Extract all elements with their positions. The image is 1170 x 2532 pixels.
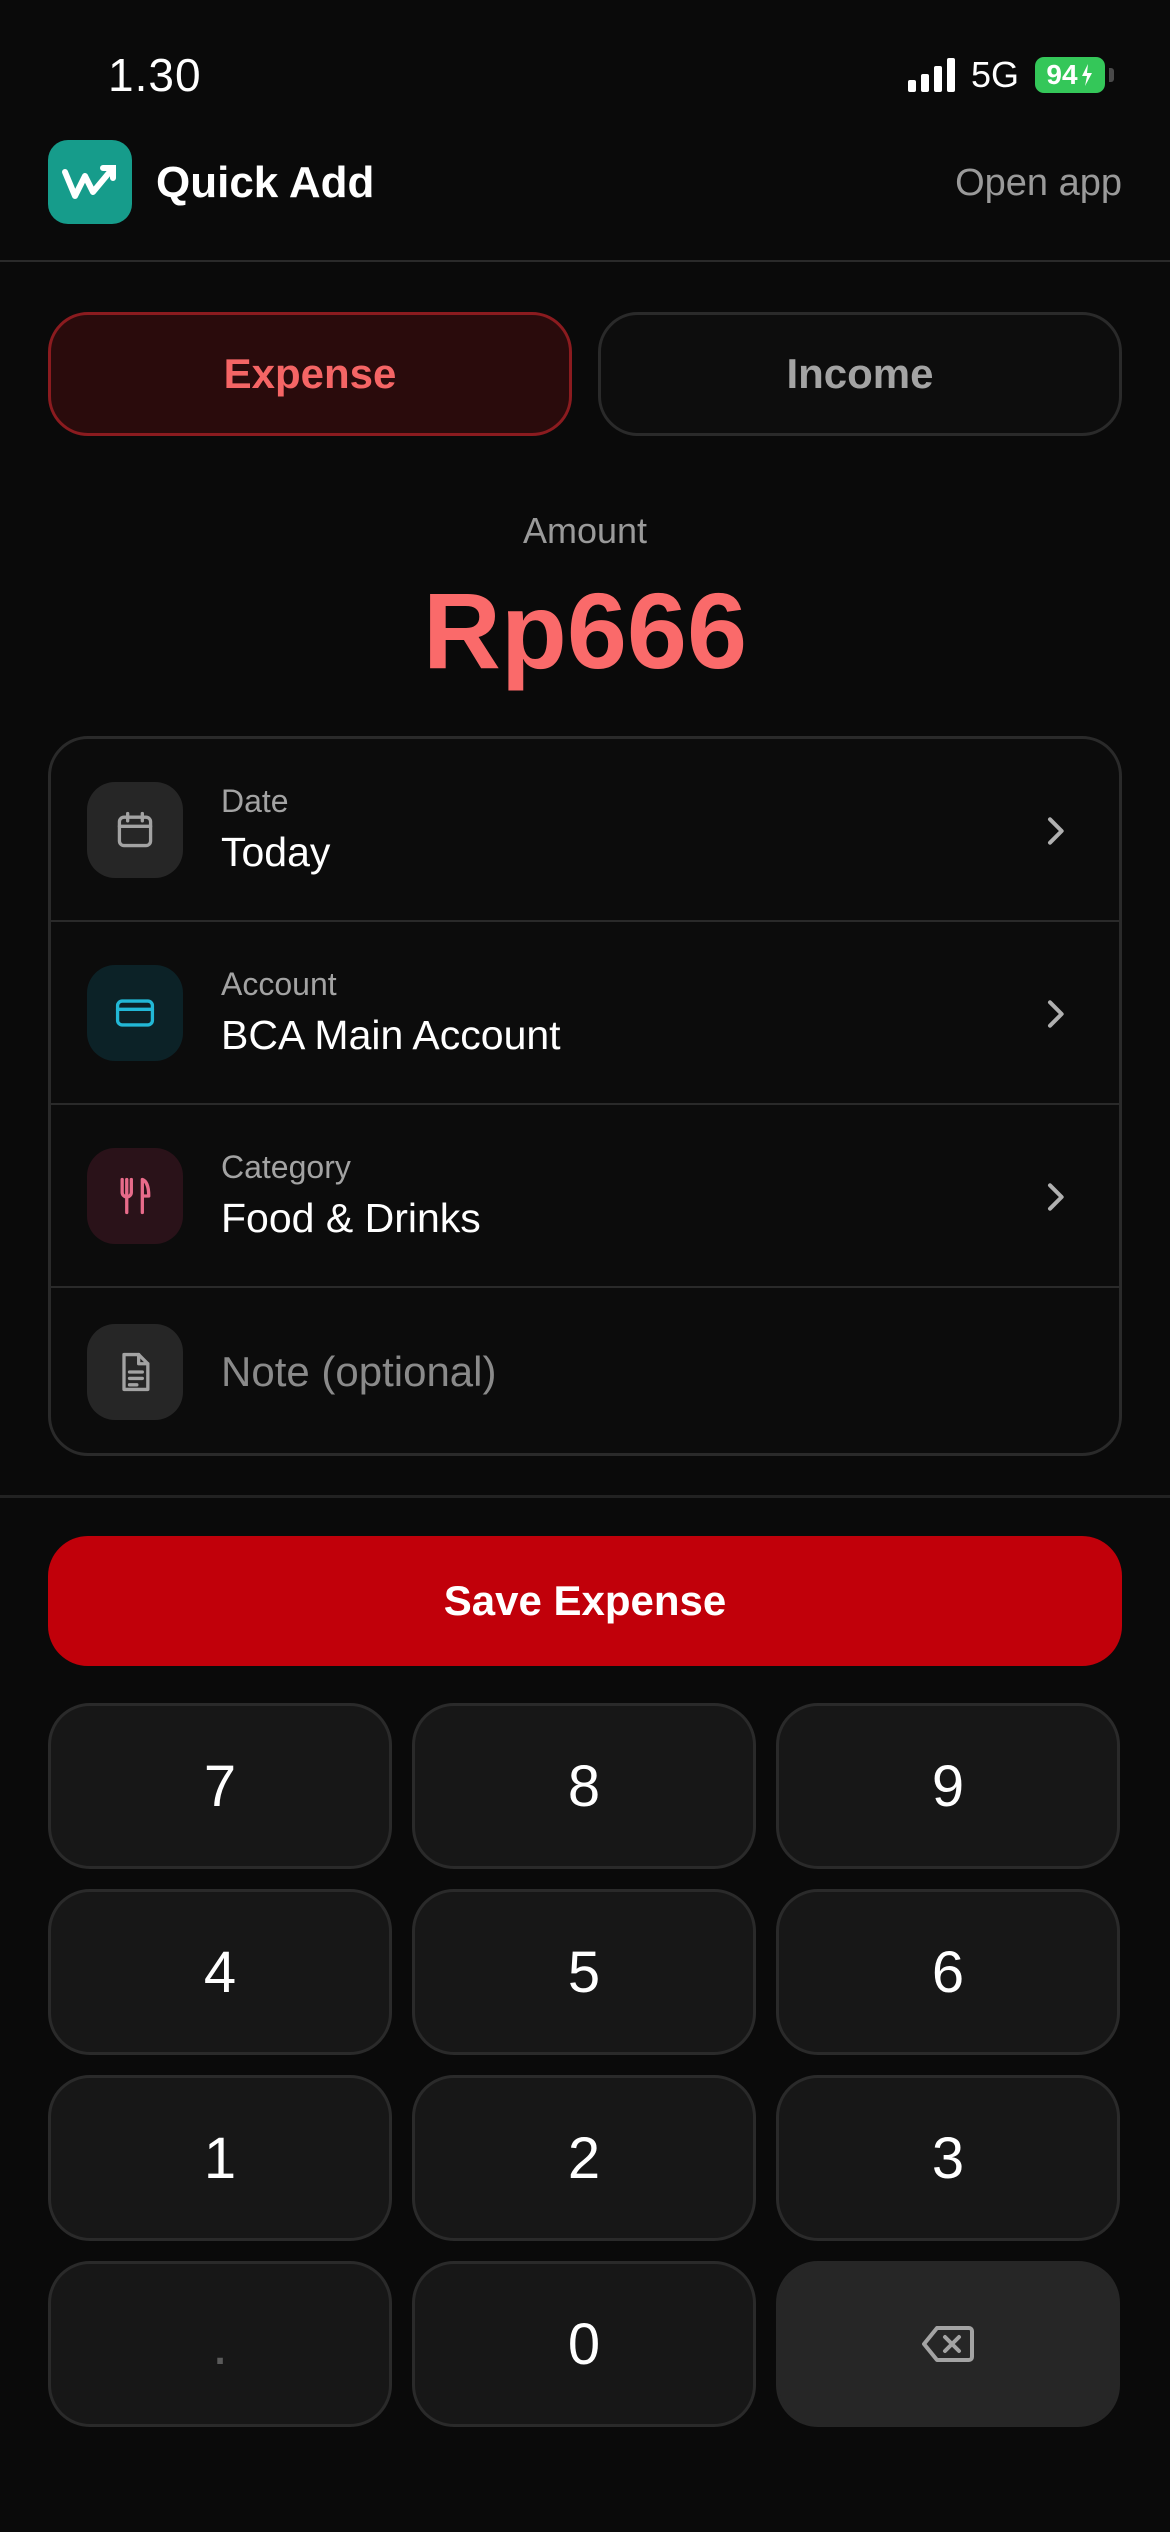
date-value: Today: [221, 829, 331, 875]
key-1[interactable]: 1: [48, 2075, 392, 2241]
key-8[interactable]: 8: [412, 1703, 756, 1869]
category-label: Category: [221, 1149, 351, 1185]
date-row[interactable]: Date Today: [51, 739, 1119, 922]
account-value: BCA Main Account: [221, 1012, 561, 1058]
status-indicators: 5G 94: [907, 54, 1114, 96]
tab-income[interactable]: Income: [598, 312, 1122, 436]
credit-card-icon: [87, 965, 183, 1061]
date-label: Date: [221, 783, 289, 819]
key-2[interactable]: 2: [412, 2075, 756, 2241]
signal-icon: [907, 58, 955, 92]
details-card: Date Today Account BCA Main Account Cate…: [48, 736, 1122, 1456]
status-bar: 1.30 5G 94: [0, 0, 1170, 140]
save-expense-button[interactable]: Save Expense: [48, 1536, 1122, 1666]
tab-expense[interactable]: Expense: [48, 312, 572, 436]
category-value: Food & Drinks: [221, 1195, 481, 1241]
account-label: Account: [221, 966, 337, 1002]
quick-add-screen: 1.30 5G 94 Quick Add Open app Expense In…: [0, 0, 1170, 2532]
header: Quick Add Open app: [0, 140, 1170, 262]
backspace-button[interactable]: [776, 2261, 1120, 2427]
network-type: 5G: [970, 54, 1019, 95]
amount-label: Amount: [522, 510, 648, 551]
open-app-link[interactable]: Open app: [955, 162, 1122, 205]
chevron-right-icon: [1048, 817, 1064, 845]
key-4[interactable]: 4: [48, 1889, 392, 2055]
calendar-icon: [87, 782, 183, 878]
key-7[interactable]: 7: [48, 1703, 392, 1869]
chevron-right-icon: [1048, 1000, 1064, 1028]
backspace-icon: [922, 2326, 974, 2362]
note-placeholder[interactable]: Note (optional): [221, 1348, 496, 1396]
document-icon: [87, 1324, 183, 1420]
key-3[interactable]: 3: [776, 2075, 1120, 2241]
amount-value: Rp666: [422, 570, 748, 691]
app-logo-icon: [48, 140, 132, 224]
battery-icon: 94: [1035, 57, 1105, 93]
chevron-right-icon: [1048, 1183, 1064, 1211]
category-row[interactable]: Category Food & Drinks: [51, 1105, 1119, 1288]
key-0[interactable]: 0: [412, 2261, 756, 2427]
battery-level: 94: [1046, 59, 1078, 90]
page-title: Quick Add: [156, 158, 375, 207]
key-decimal[interactable]: .: [48, 2261, 392, 2427]
utensils-icon: [87, 1148, 183, 1244]
key-5[interactable]: 5: [412, 1889, 756, 2055]
key-6[interactable]: 6: [776, 1889, 1120, 2055]
account-row[interactable]: Account BCA Main Account: [51, 922, 1119, 1105]
key-9[interactable]: 9: [776, 1703, 1120, 1869]
status-time: 1.30: [108, 49, 202, 101]
battery-tip: [1109, 68, 1114, 82]
divider: [0, 1495, 1170, 1498]
note-field[interactable]: Note (optional): [51, 1288, 1119, 1453]
